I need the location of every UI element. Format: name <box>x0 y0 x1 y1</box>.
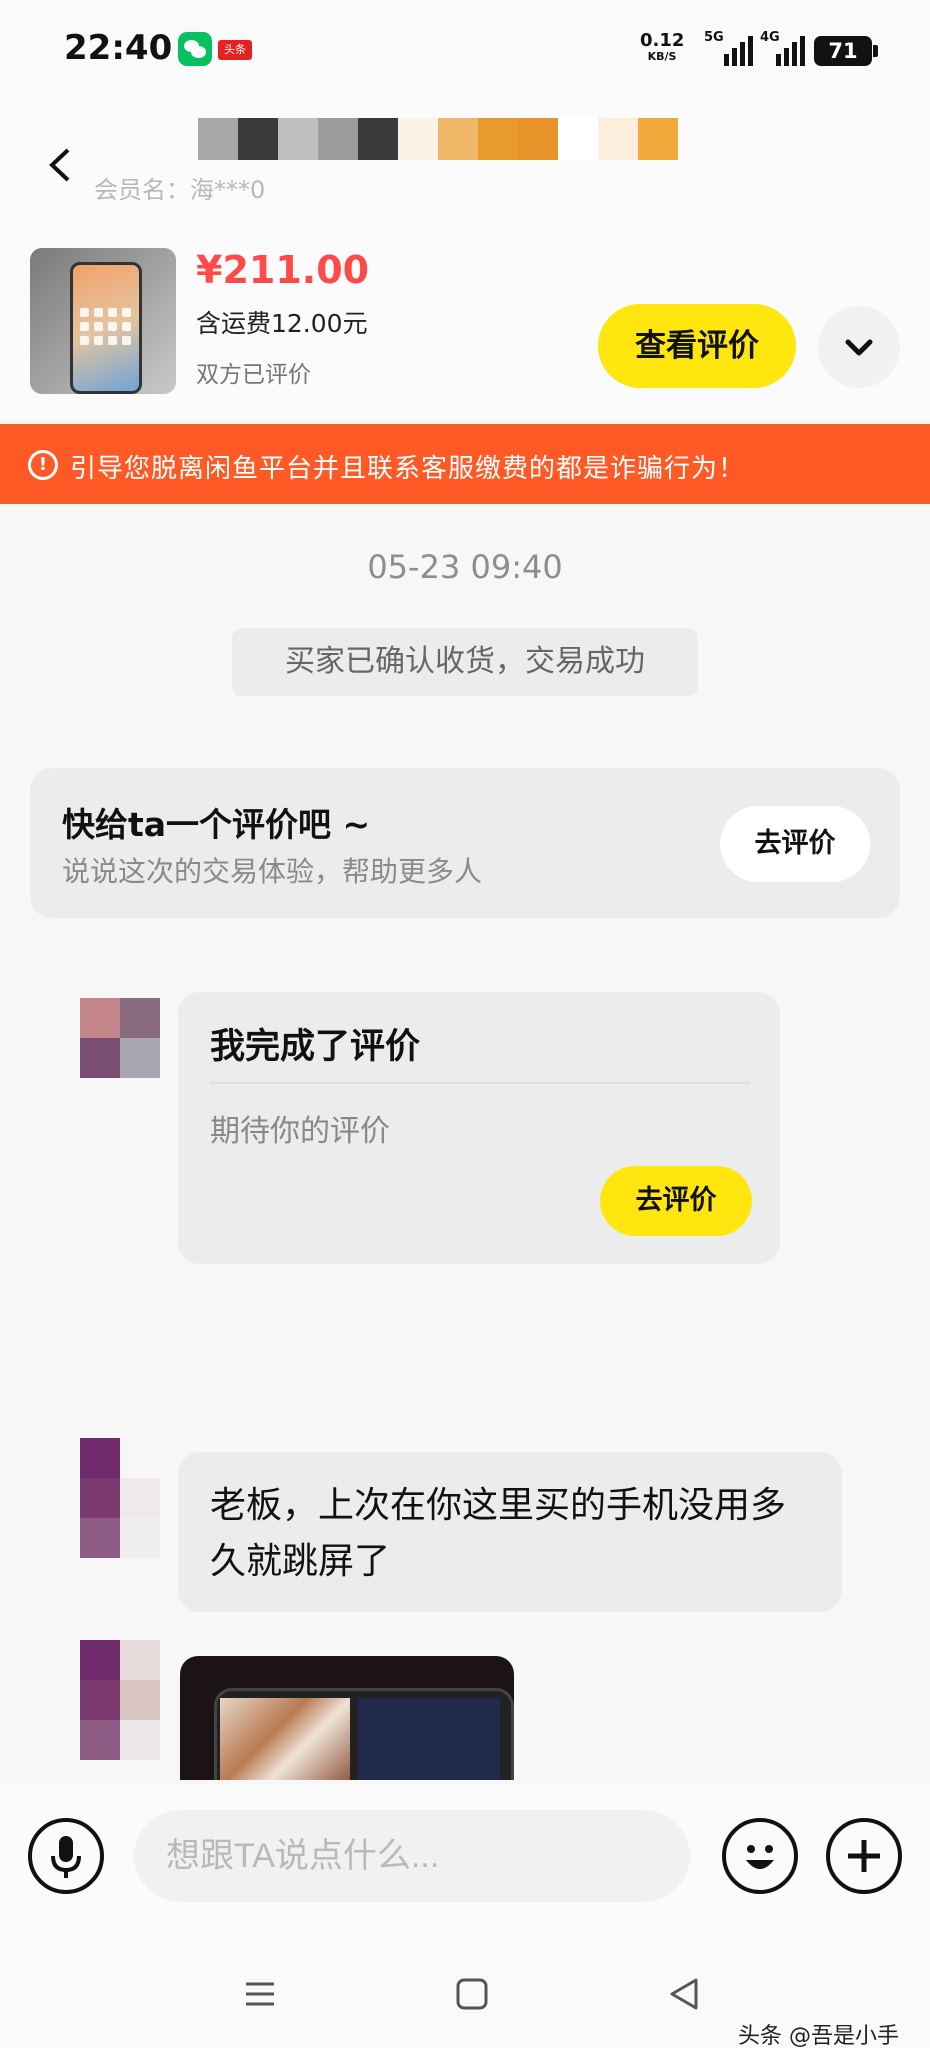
shipping-fee: 含运费12.00元 <box>196 309 368 338</box>
avatar[interactable] <box>80 998 160 1078</box>
image-message[interactable] <box>180 1656 514 1780</box>
expand-button[interactable] <box>818 306 900 388</box>
toutiao-badge: 头条 <box>218 40 252 60</box>
view-review-button[interactable]: 查看评价 <box>598 304 796 388</box>
net-speed: 0.12 KB/S <box>640 32 684 64</box>
review-status: 双方已评价 <box>196 362 311 388</box>
system-message: 买家已确认收货，交易成功 <box>232 628 698 696</box>
menu-icon[interactable] <box>240 1974 280 2014</box>
avatar[interactable] <box>80 1640 160 1760</box>
microphone-icon <box>51 1836 81 1878</box>
net-speed-unit: KB/S <box>647 50 677 63</box>
mosaic-pixel <box>198 118 238 160</box>
add-button[interactable] <box>826 1818 902 1894</box>
go-review-button-card[interactable]: 去评价 <box>600 1166 752 1236</box>
message-text: 老板，上次在你这里买的手机没用多久就跳屏了 <box>210 1485 787 1582</box>
chevron-down-icon <box>845 339 873 356</box>
prompt-title: 快给ta一个评价吧 ~ <box>62 805 371 844</box>
signal-icon <box>724 36 753 66</box>
avatar[interactable] <box>80 1438 160 1558</box>
smiley-icon <box>746 1845 774 1869</box>
mosaic-pixel <box>478 118 518 160</box>
status-time: 22:40 <box>64 28 173 68</box>
mosaic-pixel <box>358 118 398 160</box>
signal-icon-2 <box>776 36 805 66</box>
back-arrow-icon[interactable] <box>44 148 78 182</box>
mosaic-pixel <box>598 118 638 160</box>
battery-icon: 71 <box>814 36 878 66</box>
photo-screen-left <box>220 1698 350 1780</box>
mosaic-pixel <box>318 118 358 160</box>
warning-text: 引导您脱离闲鱼平台并且联系客服缴费的都是诈骗行为！ <box>70 454 746 484</box>
member-name: 会员名：海***0 <box>94 176 266 204</box>
go-review-button[interactable]: 去评价 <box>720 806 870 882</box>
review-card-subtitle: 期待你的评价 <box>210 1114 390 1149</box>
mosaic-pixel <box>638 118 678 160</box>
review-card-title: 我完成了评价 <box>210 1027 421 1067</box>
plus-icon <box>848 1840 880 1872</box>
product-thumbnail[interactable] <box>30 248 176 394</box>
divider <box>210 1082 750 1084</box>
message-input[interactable] <box>134 1810 690 1902</box>
warning-icon: ! <box>28 450 58 480</box>
mosaic-pixel <box>398 118 438 160</box>
blurred-username <box>198 118 678 160</box>
voice-button[interactable] <box>28 1818 104 1894</box>
mosaic-pixel <box>518 118 558 160</box>
mosaic-pixel <box>278 118 318 160</box>
mosaic-pixel <box>558 118 598 160</box>
photo-screen-right <box>358 1698 500 1780</box>
home-icon[interactable] <box>452 1974 492 2014</box>
product-price: ¥211.00 <box>196 248 370 292</box>
phone-app-grid <box>80 308 132 345</box>
mosaic-pixel <box>238 118 278 160</box>
prompt-subtitle: 说说这次的交易体验，帮助更多人 <box>62 855 483 888</box>
net-speed-value: 0.12 <box>640 30 685 51</box>
back-triangle-icon[interactable] <box>664 1974 704 2014</box>
message-timestamp: 05-23 09:40 <box>367 548 563 586</box>
wechat-icon <box>178 32 212 66</box>
watermark: 头条 @吾是小手 <box>738 2024 899 2048</box>
mosaic-pixel <box>438 118 478 160</box>
emoji-button[interactable] <box>722 1818 798 1894</box>
